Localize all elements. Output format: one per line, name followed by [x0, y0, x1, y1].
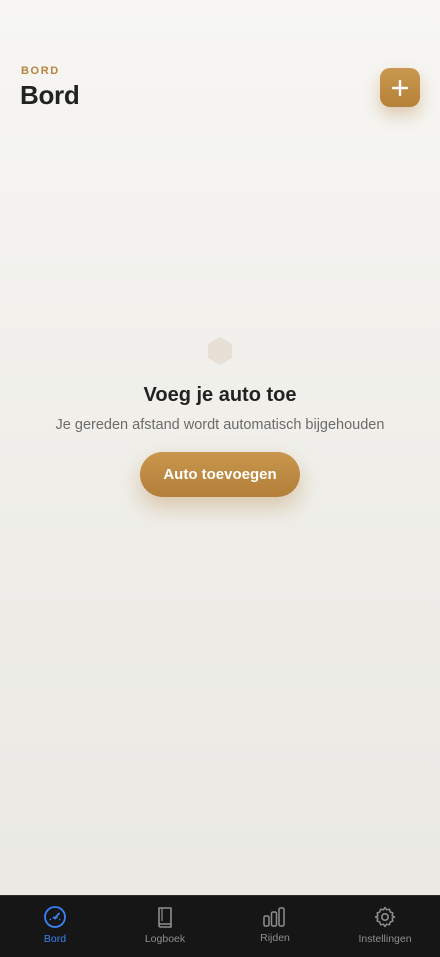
tab-label: Logboek: [144, 933, 186, 945]
tab-label: Bord: [43, 933, 67, 945]
page-header: BORD Bord: [0, 0, 440, 130]
empty-state-subtitle: Je gereden afstand wordt automatisch bij…: [55, 417, 385, 433]
speedometer-icon: [44, 906, 66, 928]
tab-instellingen[interactable]: Instellingen: [330, 896, 440, 957]
tab-label: Instellingen: [358, 933, 412, 945]
page-title: Bord: [20, 80, 80, 110]
add-car-cta-button[interactable]: Auto toevoegen: [140, 452, 300, 497]
hexagon-icon: [208, 337, 232, 365]
bar-chart-icon: [263, 907, 285, 927]
add-car-button[interactable]: [380, 68, 420, 107]
tab-bar: Bord Logboek Rijden Instellingen: [0, 895, 440, 957]
empty-state: Voeg je auto toe Je gereden afstand word…: [0, 330, 440, 530]
page-eyebrow: BORD: [21, 65, 60, 77]
empty-state-title: Voeg je auto toe: [143, 384, 297, 406]
plus-icon: [391, 79, 409, 96]
book-icon: [158, 907, 172, 928]
tab-logboek[interactable]: Logboek: [110, 896, 220, 957]
tab-label: Rijden: [260, 932, 290, 944]
tab-rijden[interactable]: Rijden: [220, 896, 330, 957]
gear-icon: [374, 906, 396, 928]
tab-bord[interactable]: Bord: [0, 896, 110, 957]
